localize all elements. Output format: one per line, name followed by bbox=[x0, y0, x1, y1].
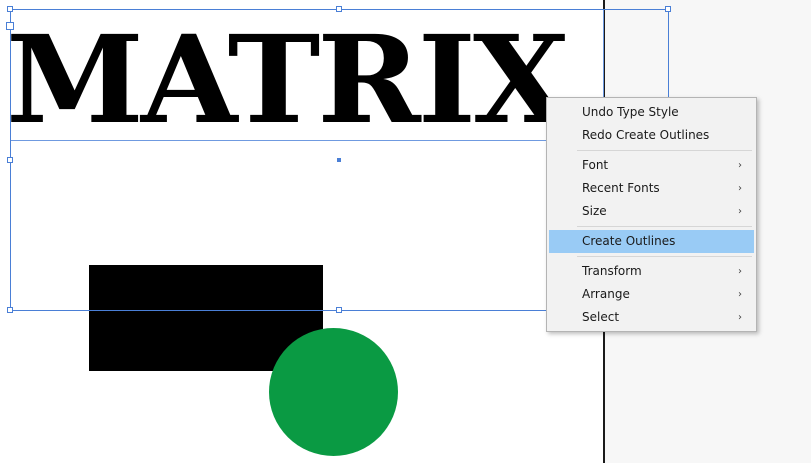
handle-top-right[interactable] bbox=[665, 6, 671, 12]
menu-item-create-outlines[interactable]: Create Outlines bbox=[549, 230, 754, 253]
menu-item-label: Transform bbox=[582, 264, 642, 278]
menu-separator bbox=[577, 150, 752, 151]
menu-item-label: Redo Create Outlines bbox=[582, 128, 710, 142]
selection-center-point bbox=[337, 158, 341, 162]
menu-item-undo-type-style[interactable]: Undo Type Style bbox=[549, 101, 754, 124]
menu-item-redo-create-outlines[interactable]: Redo Create Outlines bbox=[549, 124, 754, 147]
menu-separator bbox=[577, 256, 752, 257]
chevron-right-icon: › bbox=[738, 160, 742, 171]
menu-item-label: Select bbox=[582, 310, 620, 324]
menu-item-font[interactable]: Font › bbox=[549, 154, 754, 177]
menu-item-label: Arrange bbox=[582, 287, 630, 301]
menu-item-select[interactable]: Select › bbox=[549, 306, 754, 329]
menu-item-label: Undo Type Style bbox=[582, 105, 679, 119]
handle-top-left[interactable] bbox=[7, 6, 13, 12]
chevron-right-icon: › bbox=[738, 266, 742, 277]
handle-middle-left[interactable] bbox=[7, 157, 13, 163]
chevron-right-icon: › bbox=[738, 312, 742, 323]
chevron-right-icon: › bbox=[738, 183, 742, 194]
menu-item-label: Create Outlines bbox=[582, 234, 676, 248]
menu-separator bbox=[577, 226, 752, 227]
menu-item-label: Size bbox=[582, 204, 607, 218]
handle-bottom-center[interactable] bbox=[336, 307, 342, 313]
handle-bottom-left[interactable] bbox=[7, 307, 13, 313]
menu-item-size[interactable]: Size › bbox=[549, 200, 754, 223]
menu-item-transform[interactable]: Transform › bbox=[549, 260, 754, 283]
context-menu: Undo Type Style Redo Create Outlines Fon… bbox=[546, 97, 757, 332]
menu-item-arrange[interactable]: Arrange › bbox=[549, 283, 754, 306]
menu-item-label: Recent Fonts bbox=[582, 181, 660, 195]
menu-item-recent-fonts[interactable]: Recent Fonts › bbox=[549, 177, 754, 200]
chevron-right-icon: › bbox=[738, 206, 742, 217]
menu-item-label: Font bbox=[582, 158, 609, 172]
green-circle[interactable] bbox=[269, 328, 398, 456]
text-anchor-marker bbox=[6, 22, 14, 30]
handle-top-center[interactable] bbox=[336, 6, 342, 12]
chevron-right-icon: › bbox=[738, 289, 742, 300]
